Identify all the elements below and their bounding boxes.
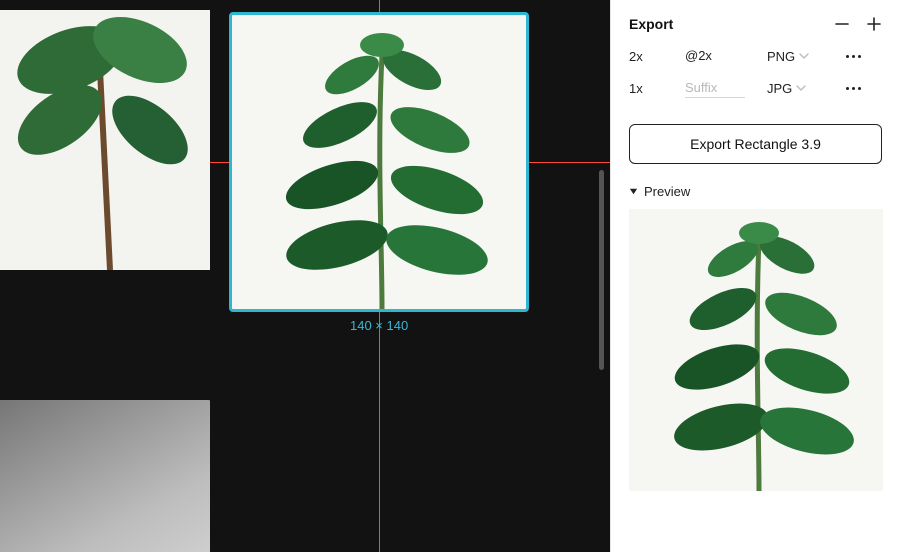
plant-icon xyxy=(0,10,210,270)
canvas-layer-image-bottom-left[interactable] xyxy=(0,400,210,552)
export-format-select[interactable]: PNG xyxy=(767,49,833,64)
canvas[interactable]: 140 × 140 xyxy=(0,0,610,552)
canvas-layer-image-left[interactable] xyxy=(0,10,210,270)
preview-section: Preview xyxy=(611,164,900,507)
export-preset-options-button[interactable] xyxy=(841,87,865,90)
export-preset-list: 2x PNG 1x xyxy=(629,46,882,98)
export-preset-row: 2x PNG xyxy=(629,46,882,66)
minus-icon xyxy=(835,17,849,31)
export-format-value: JPG xyxy=(767,81,792,96)
export-button-label: Export Rectangle 3.9 xyxy=(690,136,821,152)
disclosure-triangle-icon xyxy=(629,187,638,196)
export-section-header: Export xyxy=(629,16,882,32)
selection-dimensions-label: 140 × 140 xyxy=(350,318,408,333)
chevron-down-icon xyxy=(796,83,806,93)
add-export-preset-button[interactable] xyxy=(866,16,882,32)
remove-export-preset-button[interactable] xyxy=(834,16,850,32)
more-icon xyxy=(846,55,861,58)
export-suffix-input[interactable] xyxy=(685,78,745,98)
canvas-layer-image-selected[interactable] xyxy=(232,15,526,309)
export-button[interactable]: Export Rectangle 3.9 xyxy=(629,124,882,164)
export-scale-value[interactable]: 2x xyxy=(629,49,677,64)
inspector-panel: Export 2x PNG xyxy=(610,0,900,552)
preview-toggle[interactable]: Preview xyxy=(629,184,882,199)
export-format-select[interactable]: JPG xyxy=(767,81,833,96)
export-preset-row: 1x JPG xyxy=(629,78,882,98)
export-section-title: Export xyxy=(629,16,673,32)
more-icon xyxy=(846,87,861,90)
canvas-scrollbar-vertical[interactable] xyxy=(599,170,604,370)
export-suffix-input[interactable] xyxy=(685,46,745,66)
plant-icon xyxy=(629,209,883,491)
preview-title: Preview xyxy=(644,184,690,199)
chevron-down-icon xyxy=(799,51,809,61)
preview-thumbnail[interactable] xyxy=(629,209,883,491)
app-root: 140 × 140 Export 2x xyxy=(0,0,900,552)
export-format-value: PNG xyxy=(767,49,795,64)
plant-icon xyxy=(232,15,526,309)
export-scale-value[interactable]: 1x xyxy=(629,81,677,96)
export-preset-options-button[interactable] xyxy=(841,55,865,58)
plus-icon xyxy=(867,17,881,31)
export-section: Export 2x PNG xyxy=(611,0,900,108)
